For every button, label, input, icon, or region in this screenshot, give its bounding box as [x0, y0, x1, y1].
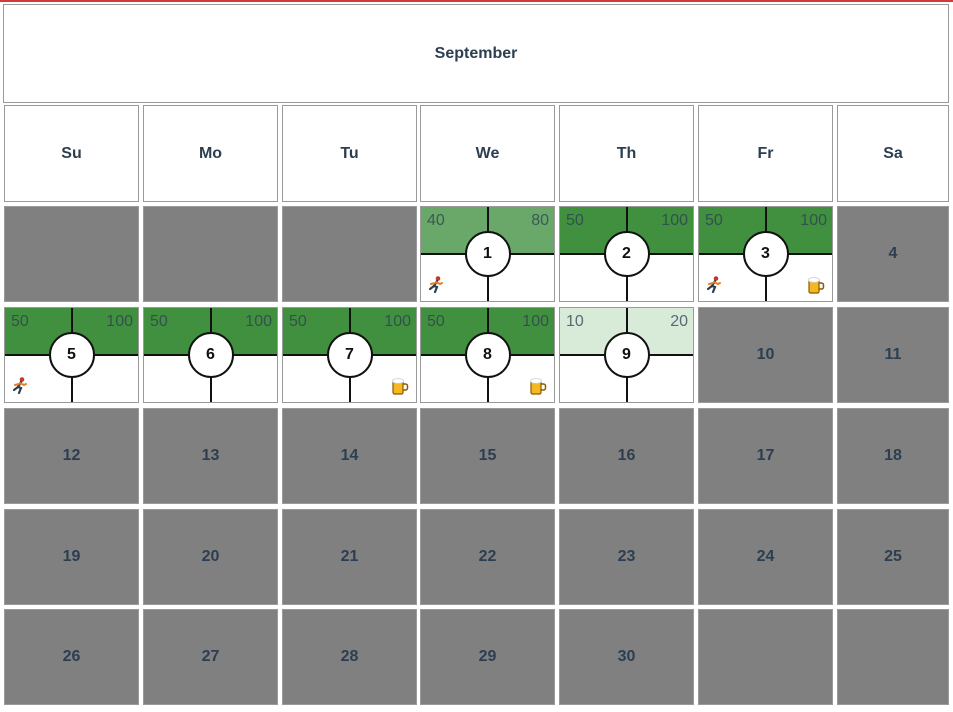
weekday-header-mo: Mo	[142, 104, 279, 203]
right-value: 100	[522, 313, 549, 330]
runner-icon	[426, 275, 446, 295]
right-value: 100	[661, 212, 688, 229]
runner-icon	[704, 275, 724, 295]
day-number: 19	[62, 548, 81, 565]
day-number: 20	[201, 548, 220, 565]
day-cell-8[interactable]: 50 100 8	[419, 306, 556, 404]
day-cell-21[interactable]: 21	[281, 508, 418, 606]
day-cell-10[interactable]: 10	[697, 306, 834, 404]
day-cell-17[interactable]: 17	[697, 407, 834, 505]
day-cell-14[interactable]: 14	[281, 407, 418, 505]
day-number: 12	[62, 447, 81, 464]
runner-icon	[10, 376, 30, 396]
day-number: 18	[884, 447, 902, 464]
day-number-circle: 6	[187, 332, 234, 378]
day-number: 24	[756, 548, 775, 565]
day-number: 14	[340, 447, 359, 464]
empty-day-cell	[142, 205, 279, 303]
day-cell-1[interactable]: 40 80 1	[419, 205, 556, 303]
day-cell-16[interactable]: 16	[558, 407, 695, 505]
weekday-header-tu: Tu	[281, 104, 418, 203]
day-number: 23	[617, 548, 636, 565]
left-value: 10	[566, 313, 584, 330]
day-cell-19[interactable]: 19	[3, 508, 140, 606]
empty-day-cell	[3, 205, 140, 303]
day-number-circle: 2	[603, 231, 650, 277]
day-cell-24[interactable]: 24	[697, 508, 834, 606]
day-number: 30	[617, 648, 636, 665]
day-number: 26	[62, 648, 81, 665]
weekday-header-su: Su	[3, 104, 140, 203]
day-number: 15	[478, 447, 497, 464]
weekday-header-fr: Fr	[697, 104, 834, 203]
left-value: 50	[566, 212, 584, 229]
empty-day-cell	[697, 608, 834, 706]
day-number-circle: 9	[603, 332, 650, 378]
right-value: 100	[800, 212, 827, 229]
day-cell-2[interactable]: 50 100 2	[558, 205, 695, 303]
empty-day-cell	[281, 205, 418, 303]
day-cell-4[interactable]: 4	[836, 205, 950, 303]
day-number: 17	[756, 447, 775, 464]
day-number: 27	[201, 648, 220, 665]
day-cell-18[interactable]: 18	[836, 407, 950, 505]
day-cell-28[interactable]: 28	[281, 608, 418, 706]
day-cell-27[interactable]: 27	[142, 608, 279, 706]
day-cell-22[interactable]: 22	[419, 508, 556, 606]
day-cell-5[interactable]: 50 100 5	[3, 306, 140, 404]
day-number: 13	[201, 447, 220, 464]
day-number-circle: 5	[48, 332, 95, 378]
left-value: 40	[427, 212, 445, 229]
day-cell-23[interactable]: 23	[558, 508, 695, 606]
day-cell-15[interactable]: 15	[419, 407, 556, 505]
day-cell-13[interactable]: 13	[142, 407, 279, 505]
day-number-circle: 7	[326, 332, 373, 378]
right-value: 100	[384, 313, 411, 330]
day-number: 21	[340, 548, 359, 565]
day-cell-30[interactable]: 30	[558, 608, 695, 706]
empty-day-cell	[836, 608, 950, 706]
day-cell-3[interactable]: 50 100 3	[697, 205, 834, 303]
day-number: 11	[884, 346, 902, 363]
right-value: 100	[106, 313, 133, 330]
left-value: 50	[289, 313, 307, 330]
day-cell-20[interactable]: 20	[142, 508, 279, 606]
left-value: 50	[427, 313, 445, 330]
top-accent-line	[0, 0, 953, 2]
day-number: 25	[884, 548, 902, 565]
day-cell-11[interactable]: 11	[836, 306, 950, 404]
day-number: 16	[617, 447, 636, 464]
left-value: 50	[150, 313, 168, 330]
day-cell-9[interactable]: 10 20 9	[558, 306, 695, 404]
left-value: 50	[11, 313, 29, 330]
beer-mug-icon	[528, 376, 548, 396]
day-number-circle: 1	[464, 231, 511, 277]
day-number: 4	[888, 245, 898, 262]
day-number: 29	[478, 648, 497, 665]
day-cell-12[interactable]: 12	[3, 407, 140, 505]
day-cell-6[interactable]: 50 100 6	[142, 306, 279, 404]
left-value: 50	[705, 212, 723, 229]
weekday-header-th: Th	[558, 104, 695, 203]
day-number-circle: 8	[464, 332, 511, 378]
month-title: September	[2, 3, 950, 104]
day-number: 28	[340, 648, 359, 665]
day-number: 10	[756, 346, 775, 363]
day-number-circle: 3	[742, 231, 789, 277]
day-cell-29[interactable]: 29	[419, 608, 556, 706]
day-cell-25[interactable]: 25	[836, 508, 950, 606]
beer-mug-icon	[806, 275, 826, 295]
right-value: 80	[531, 212, 549, 229]
weekday-header-we: We	[419, 104, 556, 203]
day-cell-26[interactable]: 26	[3, 608, 140, 706]
weekday-header-sa: Sa	[836, 104, 950, 203]
right-value: 20	[670, 313, 688, 330]
right-value: 100	[245, 313, 272, 330]
beer-mug-icon	[390, 376, 410, 396]
day-cell-7[interactable]: 50 100 7	[281, 306, 418, 404]
day-number: 22	[478, 548, 497, 565]
